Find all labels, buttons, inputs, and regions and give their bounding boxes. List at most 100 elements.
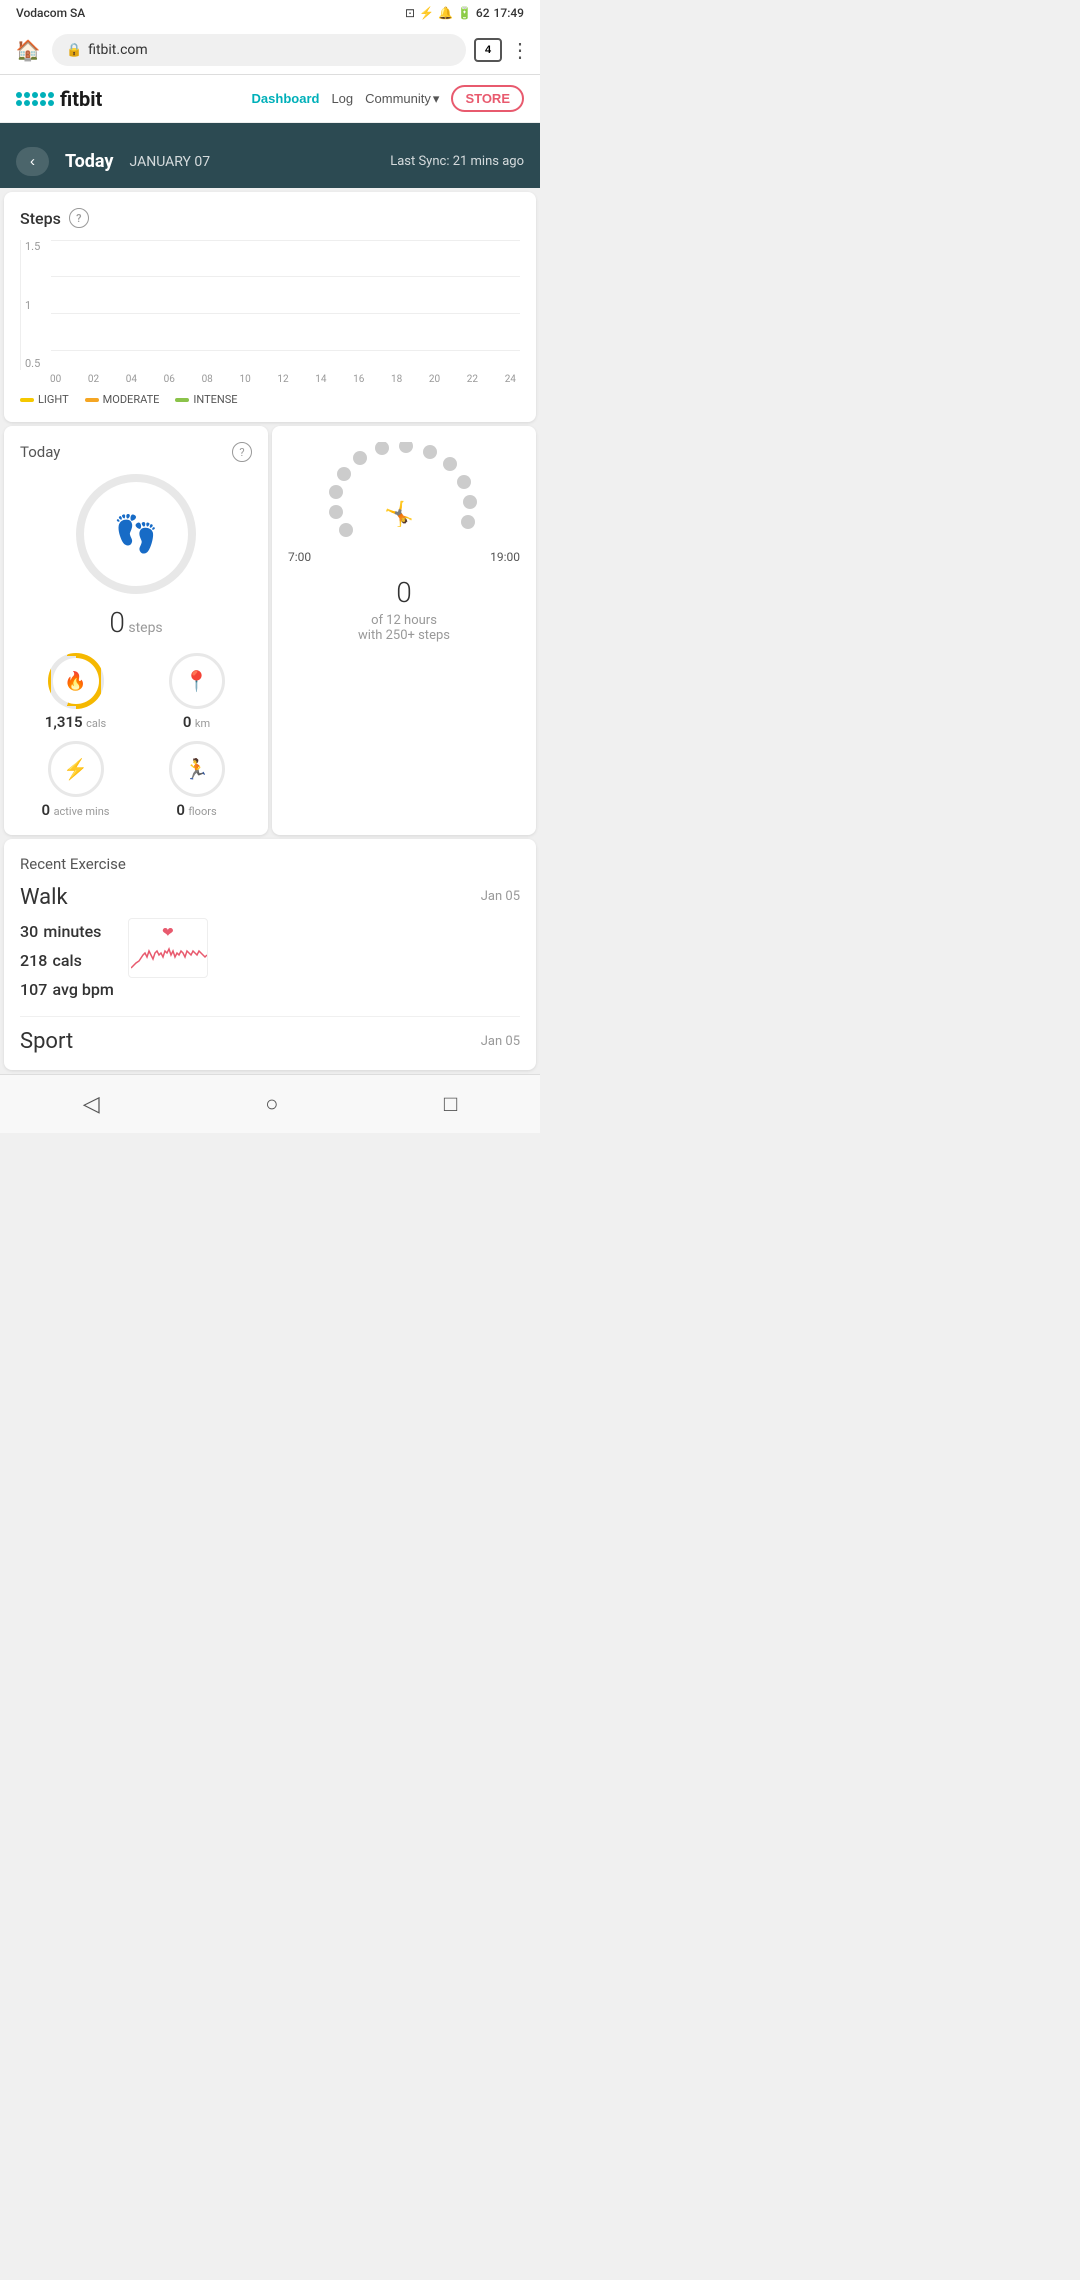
floors-circle: 🏃 <box>169 741 225 797</box>
legend-light: LIGHT <box>20 393 69 406</box>
home-button[interactable]: 🏠 <box>12 34 44 66</box>
distance-stat[interactable]: 📍 0 km <box>141 653 252 731</box>
cals-value-row: 1,315 cals <box>45 713 106 731</box>
hours-count: 0 <box>288 576 520 609</box>
cals-value: 1,315 <box>45 713 83 731</box>
footprint-icon: 👣 <box>114 513 159 555</box>
home-nav-button[interactable]: ○ <box>241 1087 302 1121</box>
legend-label-light: LIGHT <box>38 393 69 406</box>
y-label-bot: 0.5 <box>25 357 40 370</box>
steps-label: Steps <box>20 209 61 228</box>
arc-start-time: 7:00 <box>288 550 311 564</box>
chart-lines <box>51 240 520 350</box>
logo-dot <box>32 100 38 106</box>
active-mins-value-row: 0 active mins <box>42 801 110 819</box>
distance-circle: 📍 <box>169 653 225 709</box>
nav-store[interactable]: STORE <box>451 85 524 112</box>
distance-value-row: 0 km <box>183 713 210 731</box>
logo-dot <box>40 100 46 106</box>
steps-help-icon[interactable]: ? <box>69 208 89 228</box>
date-sub: JANUARY 07 <box>130 154 211 170</box>
hours-card: 🤸 7:00 19:00 0 of 12 hours with 250+ ste… <box>272 426 536 835</box>
cals-unit: cals <box>86 717 106 730</box>
nav-indicator <box>158 123 182 135</box>
sync-info: Last Sync: 21 mins ago <box>390 154 524 169</box>
logo-text: fitbit <box>60 87 102 111</box>
logo-dot <box>16 100 22 106</box>
nfc-icon: ⊡ <box>405 6 415 20</box>
floors-value-row: 0 floors <box>176 801 216 819</box>
recents-nav-button[interactable]: □ <box>420 1087 481 1121</box>
logo-dot <box>32 92 38 98</box>
steps-label-text: steps <box>128 620 162 636</box>
arc-dot <box>329 485 343 499</box>
x-label: 12 <box>277 374 288 385</box>
arc-dot <box>353 451 367 465</box>
lock-icon: 🔒 <box>66 43 82 58</box>
steps-card: Steps ? 1.5 1 0.5 00 02 04 06 08 10 12 1… <box>4 192 536 422</box>
active-mins-unit: active mins <box>54 805 110 818</box>
chevron-left-icon: ‹ <box>30 153 35 170</box>
legend-label-intense: INTENSE <box>193 393 237 406</box>
x-label: 06 <box>164 374 175 385</box>
x-label: 14 <box>315 374 326 385</box>
walk-minutes: 30 minutes <box>20 918 116 947</box>
legend-moderate: MODERATE <box>85 393 160 406</box>
today-card: Today ? 👣 0 steps 🔥 1,315 cals <box>4 426 268 835</box>
cals-stat[interactable]: 🔥 1,315 cals <box>20 653 131 731</box>
today-help-icon[interactable]: ? <box>232 442 252 462</box>
heart-rate-chart: ❤ <box>128 918 208 978</box>
steps-chart-area: 1.5 1 0.5 <box>20 240 520 370</box>
active-mins-stat[interactable]: ⚡ 0 active mins <box>20 741 131 819</box>
nav-bar: fitbit Dashboard Log Community ▾ STORE <box>0 75 540 123</box>
arc-svg: 🤸 <box>288 442 520 542</box>
nav-log[interactable]: Log <box>331 91 353 106</box>
floors-unit: floors <box>188 805 216 818</box>
x-label: 04 <box>126 374 137 385</box>
system-icons: ⊡ ⚡ 🔔 🔋 62 17:49 <box>405 6 524 20</box>
cals-circle: 🔥 <box>48 653 104 709</box>
chart-x-labels: 00 02 04 06 08 10 12 14 16 18 20 22 24 <box>20 370 520 385</box>
mini-stats: 🔥 1,315 cals 📍 0 km ⚡ <box>20 653 252 819</box>
logo-dot <box>48 92 54 98</box>
chart-legend: LIGHT MODERATE INTENSE <box>20 393 520 406</box>
exercise-item-sport[interactable]: Sport Jan 05 <box>20 1021 520 1054</box>
back-button[interactable]: ‹ <box>16 147 49 176</box>
nav-dashboard[interactable]: Dashboard <box>252 91 320 106</box>
steps-circle[interactable]: 👣 <box>76 474 196 594</box>
battery-icon: 🔋 <box>457 6 472 20</box>
fitbit-logo: fitbit <box>16 87 102 111</box>
url-bar[interactable]: 🔒 fitbit.com <box>52 34 466 66</box>
active-mins-value: 0 <box>42 801 51 819</box>
today-label: Today <box>20 443 60 461</box>
sport-name: Sport <box>20 1029 73 1054</box>
x-label: 10 <box>239 374 250 385</box>
x-label: 00 <box>50 374 61 385</box>
exercise-card: Recent Exercise Walk Jan 05 30 minutes 2… <box>4 839 536 1070</box>
logo-dots <box>16 92 54 106</box>
active-mins-circle: ⚡ <box>48 741 104 797</box>
tab-switcher[interactable]: 4 <box>474 38 502 62</box>
hr-sparkline <box>131 933 207 973</box>
legend-label-moderate: MODERATE <box>103 393 160 406</box>
chevron-down-icon: ▾ <box>433 91 440 107</box>
exercise-item-walk[interactable]: Walk Jan 05 30 minutes 218 cals 107 avg … <box>20 885 520 1017</box>
floors-stat[interactable]: 🏃 0 floors <box>141 741 252 819</box>
walk-bpm: 107 avg bpm <box>20 976 116 1005</box>
logo-dot <box>48 100 54 106</box>
walk-cals: 218 cals <box>20 947 116 976</box>
hours-label: of 12 hours <box>288 613 520 628</box>
steps-value: 0 <box>109 606 125 639</box>
distance-unit: km <box>195 717 210 730</box>
legend-intense: INTENSE <box>175 393 237 406</box>
back-nav-button[interactable]: ◁ <box>59 1087 124 1121</box>
nav-community[interactable]: Community ▾ <box>365 91 439 107</box>
exercise-name-walk: Walk <box>20 885 68 910</box>
browser-menu-button[interactable]: ⋮ <box>510 38 528 63</box>
url-text: fitbit.com <box>88 42 147 58</box>
bottom-nav: ◁ ○ □ <box>0 1074 540 1133</box>
arc-dot <box>329 505 343 519</box>
sport-date: Jan 05 <box>481 1034 520 1049</box>
floors-value: 0 <box>176 801 185 819</box>
x-label: 18 <box>391 374 402 385</box>
